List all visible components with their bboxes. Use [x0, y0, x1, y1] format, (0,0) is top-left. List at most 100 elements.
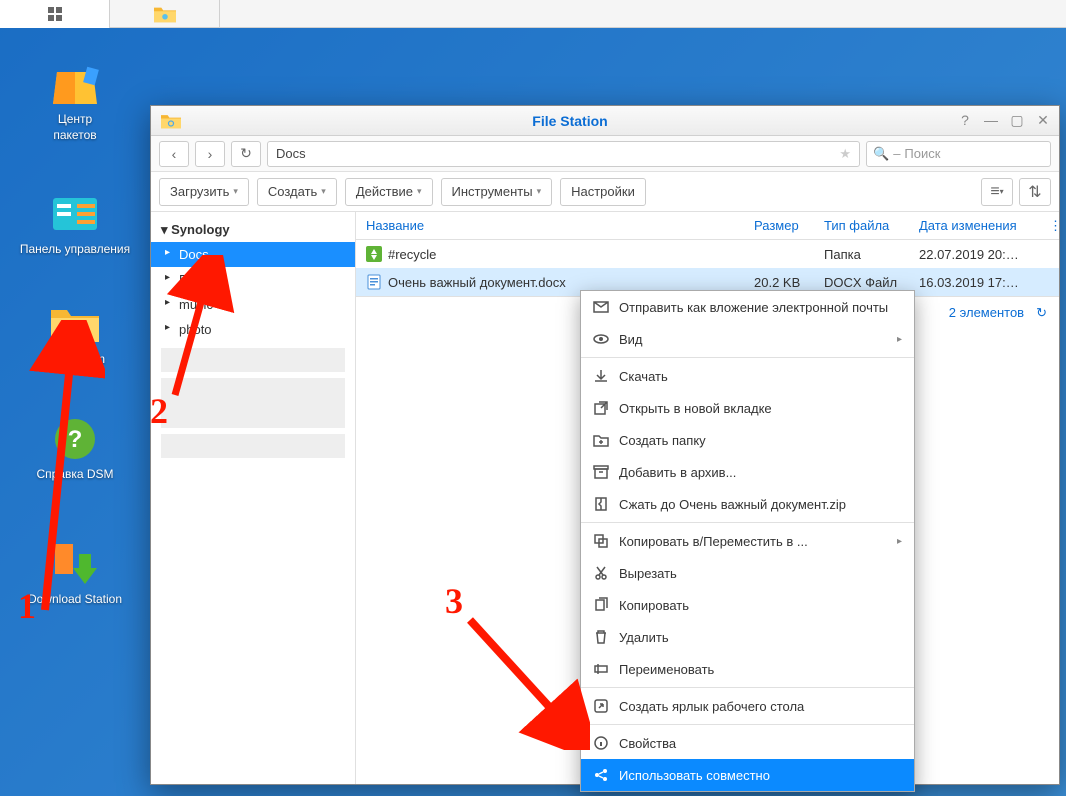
menu-item-mail[interactable]: Отправить как вложение электронной почты	[581, 291, 914, 323]
menu-item-label: Сжать до Очень важный документ.zip	[619, 497, 846, 512]
svg-text:?: ?	[68, 426, 83, 453]
menu-item-shortcut[interactable]: Создать ярлык рабочего стола	[581, 690, 914, 722]
menu-item-copymove[interactable]: Копировать в/Переместить в ...▸	[581, 525, 914, 557]
menu-item-label: Удалить	[619, 630, 669, 645]
menu-item-cut[interactable]: Вырезать	[581, 557, 914, 589]
table-row[interactable]: #recycle Папка 22.07.2019 20:…	[356, 240, 1059, 268]
menu-item-label: Открыть в новой вкладке	[619, 401, 772, 416]
sidebar: ▾ Synology Docs Films music photo	[151, 212, 356, 784]
zip-icon	[593, 496, 609, 512]
menu-item-download[interactable]: Скачать	[581, 360, 914, 392]
shortcut-icon	[593, 698, 609, 714]
create-button[interactable]: Создать▾	[257, 178, 337, 206]
mail-icon	[593, 299, 609, 315]
file-type: Папка	[814, 247, 909, 262]
desktop-icon-dl[interactable]: Download Station	[10, 540, 140, 608]
cut-icon	[593, 565, 609, 581]
menu-item-label: Добавить в архив...	[619, 465, 736, 480]
status-count: 2 элементов	[949, 305, 1024, 320]
desktop-label: Центрпакетов	[10, 112, 140, 143]
path-text: Docs	[276, 146, 306, 161]
folder-icon	[152, 3, 178, 25]
settings-button[interactable]: Настройки	[560, 178, 646, 206]
tree-root[interactable]: ▾ Synology	[151, 218, 355, 242]
file-name: #recycle	[388, 247, 436, 262]
window-controls: ? — ▢ ✕	[957, 112, 1051, 129]
menu-item-label: Вид	[619, 332, 643, 347]
menu-item-archive[interactable]: Добавить в архив...	[581, 456, 914, 488]
menu-item-label: Отправить как вложение электронной почты	[619, 300, 888, 315]
file-date: 16.03.2019 17:…	[909, 275, 1039, 290]
menu-item-newfolder[interactable]: Создать папку	[581, 424, 914, 456]
search-icon: 🔍	[873, 146, 889, 162]
tree-item-music[interactable]: music	[151, 292, 355, 317]
newtab-icon	[593, 400, 609, 416]
reload-button[interactable]: ↻	[231, 141, 261, 167]
copy-icon	[593, 597, 609, 613]
menu-item-label: Копировать	[619, 598, 689, 613]
star-icon[interactable]: ★	[839, 146, 851, 162]
col-date[interactable]: Дата изменения	[909, 218, 1039, 233]
tree-item-docs[interactable]: Docs	[151, 242, 355, 267]
desktop-icon-pkg[interactable]: Центрпакетов	[10, 60, 140, 143]
desktop-icon-help[interactable]: ? Справка DSM	[10, 415, 140, 483]
desktop-icon-ctrl[interactable]: Панель управления	[10, 190, 140, 258]
titlebar: File Station ? — ▢ ✕	[151, 106, 1059, 136]
help-button[interactable]: ?	[957, 112, 973, 129]
search-input[interactable]: 🔍 – Поиск	[866, 141, 1051, 167]
file-date: 22.07.2019 20:…	[909, 247, 1039, 262]
upload-button[interactable]: Загрузить▾	[159, 178, 249, 206]
desktop-icon-fs[interactable]: File Station	[10, 300, 140, 368]
menu-item-trash[interactable]: Удалить	[581, 621, 914, 653]
close-button[interactable]: ✕	[1035, 112, 1051, 129]
col-name[interactable]: Название	[356, 218, 744, 233]
context-menu: Отправить как вложение электронной почты…	[580, 290, 915, 792]
folder-search-icon	[47, 300, 103, 348]
action-button[interactable]: Действие▾	[345, 178, 433, 206]
desktop-label: Справка DSM	[10, 467, 140, 483]
forward-button[interactable]: ›	[195, 141, 225, 167]
download-icon	[47, 540, 103, 588]
tree-item-films[interactable]: Films	[151, 267, 355, 292]
minimize-button[interactable]: —	[983, 112, 999, 129]
rename-icon	[593, 661, 609, 677]
archive-icon	[593, 464, 609, 480]
refresh-button[interactable]: ↻	[1036, 305, 1047, 321]
menu-item-copy[interactable]: Копировать	[581, 589, 914, 621]
taskbar-apps[interactable]	[0, 0, 110, 28]
bag-icon	[47, 60, 103, 108]
nav-toolbar: ‹ › ↻ Docs ★ 🔍 – Поиск	[151, 136, 1059, 172]
menu-separator	[581, 522, 914, 523]
menu-item-rename[interactable]: Переименовать	[581, 653, 914, 685]
file-type: DOCX Файл	[814, 275, 909, 290]
window-title: File Station	[183, 113, 957, 129]
help-icon: ?	[47, 415, 103, 463]
recycle-icon	[366, 246, 382, 262]
newfolder-icon	[593, 432, 609, 448]
path-input[interactable]: Docs ★	[267, 141, 860, 167]
menu-item-label: Свойства	[619, 736, 676, 751]
desktop-label: File Station	[10, 352, 140, 368]
sort-button[interactable]: ⇅	[1019, 178, 1051, 206]
col-size[interactable]: Размер	[744, 218, 814, 233]
col-more[interactable]: ⋮	[1039, 218, 1059, 234]
menu-item-info[interactable]: Свойства	[581, 727, 914, 759]
menu-item-label: Вырезать	[619, 566, 677, 581]
menu-item-zip[interactable]: Сжать до Очень важный документ.zip	[581, 488, 914, 520]
taskbar-filestation[interactable]	[110, 0, 220, 28]
menu-separator	[581, 724, 914, 725]
info-icon	[593, 735, 609, 751]
menu-item-eye[interactable]: Вид ▸	[581, 323, 914, 355]
panel-icon	[47, 190, 103, 238]
maximize-button[interactable]: ▢	[1009, 112, 1025, 129]
file-size: 20.2 KB	[744, 275, 814, 290]
back-button[interactable]: ‹	[159, 141, 189, 167]
menu-item-newtab[interactable]: Открыть в новой вкладке	[581, 392, 914, 424]
view-list-button[interactable]: ≡ ▾	[981, 178, 1013, 206]
menu-item-share[interactable]: Использовать совместно	[581, 759, 914, 791]
tree-item-photo[interactable]: photo	[151, 317, 355, 342]
file-name: Очень важный документ.docx	[388, 275, 566, 290]
chevron-right-icon: ▸	[897, 334, 902, 345]
col-type[interactable]: Тип файла	[814, 218, 909, 233]
tools-button[interactable]: Инструменты▾	[441, 178, 553, 206]
